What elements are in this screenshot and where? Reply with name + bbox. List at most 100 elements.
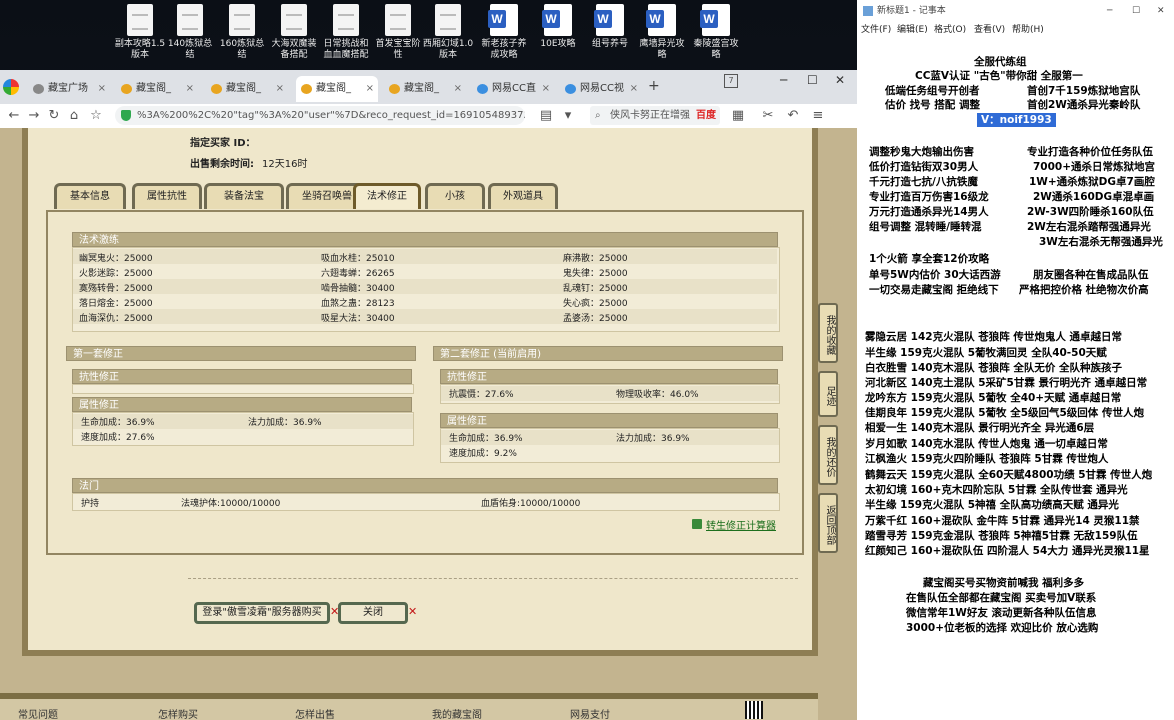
desktop-icon[interactable]: 日常挑战和血血魔搭配: [320, 4, 372, 61]
notepad-menu-item[interactable]: 编辑(E): [897, 22, 928, 35]
browser-tab[interactable]: 藏宝广场 ×: [28, 76, 110, 102]
bookmark-star-icon[interactable]: ☆: [88, 108, 104, 123]
tab-5[interactable]: 法术修正: [353, 183, 421, 209]
table-row-stripe: [73, 249, 777, 264]
browser-tab[interactable]: 网易CC直 ×: [472, 76, 554, 102]
browser-tab[interactable]: 藏宝阁_ ×: [384, 76, 466, 102]
tab-1[interactable]: 基本信息: [54, 183, 126, 209]
desktop-icon[interactable]: W 新老孩子养成攻略: [478, 4, 530, 61]
notepad-line: 2W通杀160DG卓混卓画: [1033, 191, 1155, 203]
browser-tab[interactable]: 藏宝阁_ ×: [296, 76, 378, 102]
minimize-button[interactable]: ─: [780, 73, 787, 87]
close-button[interactable]: 关闭: [338, 602, 408, 624]
notepad-menu-item[interactable]: 格式(O): [934, 22, 966, 35]
search-icon: ⌕: [595, 110, 601, 121]
qr-code-icon: [745, 701, 763, 719]
browser-tab[interactable]: 藏宝阁_ ×: [116, 76, 198, 102]
tab-3[interactable]: 装备法宝: [204, 183, 284, 209]
tab-close-icon[interactable]: ×: [454, 76, 462, 102]
tab-close-icon[interactable]: ×: [98, 76, 106, 102]
spell-cell: 落日熔金：25000: [79, 299, 153, 309]
tab-label: 藏宝阁_: [136, 83, 171, 94]
desktop-icon[interactable]: 首发宝宝阶性: [372, 4, 424, 61]
notepad-line: 万紫千红 160+混砍队 金牛阵 5甘霖 通异光14 灵猴11禁: [865, 515, 1140, 527]
side-rail: 我的收藏足迹我的还价返回顶部: [818, 303, 838, 720]
browser-logo-icon[interactable]: [3, 79, 19, 95]
close-window-button[interactable]: ✕: [835, 73, 845, 87]
desktop-icon-label: 西厢幻域1.0版本: [422, 39, 474, 60]
notepad-minimize[interactable]: ─: [1107, 0, 1112, 22]
scissors-icon[interactable]: ✂: [760, 108, 776, 123]
maximize-button[interactable]: ☐: [807, 73, 818, 87]
tab-label: 藏宝阁_: [316, 83, 351, 94]
desktop-icon[interactable]: W 组号养号: [584, 4, 636, 50]
tab-close-icon[interactable]: ×: [366, 76, 374, 102]
footer-link[interactable]: 怎样购买: [158, 706, 198, 720]
notepad-line: CC蓝V认证 "古色"带你甜 全服第一: [915, 70, 1083, 82]
desktop-icon[interactable]: 副本攻略1.5版本: [114, 4, 166, 61]
notepad-titlebar: 新标题1 - 记事本 ─ ☐ ✕: [857, 0, 1174, 22]
notepad-close[interactable]: ✕: [1157, 0, 1165, 22]
menu-icon[interactable]: ≡: [810, 108, 826, 123]
notepad-menu-item[interactable]: 帮助(H): [1012, 22, 1044, 35]
dropdown-icon[interactable]: ▾: [560, 108, 576, 123]
tab-close-icon[interactable]: ×: [276, 76, 284, 102]
divider: [188, 578, 798, 579]
tab-close-icon[interactable]: ×: [542, 76, 550, 102]
desktop-icon[interactable]: 西厢幻域1.0版本: [422, 4, 474, 61]
desktop-icon[interactable]: W 10E攻略: [532, 4, 584, 50]
tab-6[interactable]: 小孩: [425, 183, 485, 209]
footer-link[interactable]: 网易支付: [570, 706, 610, 720]
home-icon[interactable]: ⌂: [66, 108, 82, 123]
undo-icon[interactable]: ↶: [785, 108, 801, 123]
browser-tab[interactable]: 网易CC视 ×: [560, 76, 642, 102]
login-buy-button[interactable]: 登录"傲雪凌霜"服务器购买: [194, 602, 330, 624]
grid-icon[interactable]: ▦: [730, 108, 746, 123]
tab-count-icon[interactable]: 7: [724, 74, 738, 88]
highlighted-contact: V：noif1993: [977, 113, 1056, 127]
side-button[interactable]: 返回顶部: [818, 493, 838, 553]
notepad-line: 调整秒鬼大炮输出伤害: [869, 146, 974, 158]
spell-cell: 幽冥鬼火：25000: [79, 254, 153, 264]
notepad-menu-item[interactable]: 文件(F): [861, 22, 891, 35]
tab-close-icon[interactable]: ×: [630, 76, 638, 102]
footer-link[interactable]: 怎样出售: [295, 706, 335, 720]
tab-2[interactable]: 属性抗性: [132, 183, 202, 209]
footer-link[interactable]: 常见问题: [18, 706, 58, 720]
tab-label: 藏宝阁_: [404, 83, 439, 94]
side-button[interactable]: 足迹: [818, 371, 838, 417]
desktop-icon[interactable]: 160炼狱总结: [216, 4, 268, 61]
back-icon[interactable]: ←: [6, 108, 22, 123]
tab-label: 网易CC视: [580, 83, 624, 94]
document-icon: [435, 4, 461, 36]
desktop-icon-label: 160炼狱总结: [219, 39, 265, 60]
desktop-icon[interactable]: W 秦陵盛宫攻略: [690, 4, 742, 61]
tab-7[interactable]: 外观道具: [488, 183, 558, 209]
spell-cell: 孟婆汤：25000: [563, 314, 628, 324]
tab-favicon-icon: [389, 84, 400, 94]
search-input[interactable]: ⌕ 侠风卡努正在增强 百度: [590, 106, 720, 125]
reader-icon[interactable]: ▤: [538, 108, 554, 123]
footer-link[interactable]: 我的藏宝阁: [432, 706, 482, 720]
calculator-link[interactable]: 转生修正计算器: [706, 517, 776, 532]
attr-cell: 物理吸收率：46.0%: [616, 390, 699, 400]
browser-tab[interactable]: 藏宝阁_ ×: [206, 76, 288, 102]
new-tab-button[interactable]: +: [648, 78, 660, 94]
url-input[interactable]: %3A%200%2C%20"tag"%3A%20"user"%7D&reco_r…: [115, 106, 525, 125]
desktop-icon[interactable]: W 鹰墙异光攻略: [636, 4, 688, 61]
reload-icon[interactable]: ↻: [46, 108, 62, 123]
notepad-title: 新标题1 - 记事本: [877, 6, 946, 16]
forward-icon[interactable]: →: [26, 108, 42, 123]
notepad-maximize[interactable]: ☐: [1132, 0, 1140, 22]
desktop-icon-label: 组号养号: [591, 39, 628, 49]
side-button[interactable]: 我的收藏: [818, 303, 838, 363]
url-text: %3A%200%2C%20"tag"%3A%20"user"%7D&reco_r…: [137, 110, 525, 121]
notepad-line: 朋友圈各种在售成品队伍: [1033, 269, 1149, 281]
spell-cell: 麻沸散：25000: [563, 254, 628, 264]
desktop-icon[interactable]: 大海双魔装备搭配: [268, 4, 320, 61]
remaining-time-label: 出售剩余时间:: [190, 159, 254, 170]
side-button[interactable]: 我的还价: [818, 425, 838, 485]
notepad-menu-item[interactable]: 查看(V): [974, 22, 1005, 35]
desktop-icon[interactable]: 140炼狱总结: [164, 4, 216, 61]
tab-close-icon[interactable]: ×: [186, 76, 194, 102]
